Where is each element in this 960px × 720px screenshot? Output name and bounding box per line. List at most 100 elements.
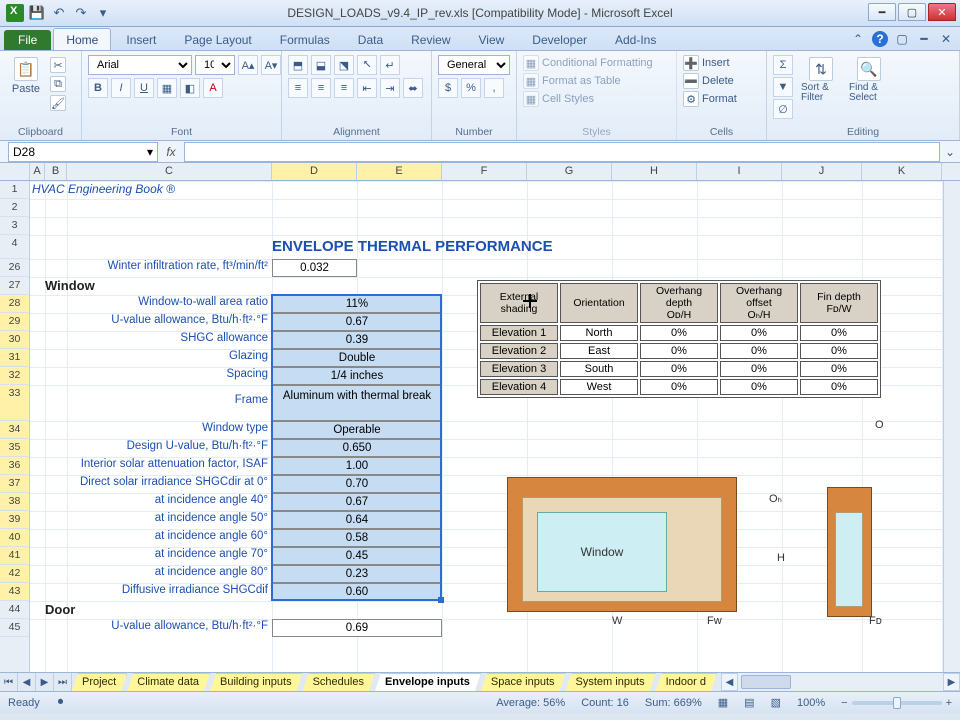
etable-r2-c2[interactable]: 0% [640,361,718,377]
number-format-select[interactable]: General [438,55,510,75]
etable-r0-c2[interactable]: 0% [640,325,718,341]
etable-r2-c4[interactable]: 0% [800,361,878,377]
row-header-44[interactable]: 44 [0,601,29,619]
fill-color-button[interactable]: ◧ [180,78,200,98]
fill-icon[interactable]: ▼ [773,77,793,97]
tab-next-icon[interactable]: ▶ [36,673,54,691]
ribbon-tab-view[interactable]: View [466,28,518,50]
value-r43[interactable]: 0.60 [272,583,442,601]
row-header-42[interactable]: 42 [0,565,29,583]
zoom-slider[interactable] [852,701,942,705]
value-r28[interactable]: 11% [272,295,442,313]
bold-button[interactable]: B [88,78,108,98]
row-header-37[interactable]: 37 [0,475,29,493]
hscroll-right-icon[interactable]: ▶ [943,673,960,691]
decrease-indent-icon[interactable]: ⇤ [357,78,377,98]
fx-icon[interactable]: fx [158,145,184,159]
sheet-tab-climate-data[interactable]: Climate data [127,673,210,691]
hscroll-thumb[interactable] [741,675,791,689]
value-r32[interactable]: 1/4 inches [272,367,442,385]
col-header-I[interactable]: I [697,163,782,180]
view-pagebreak-icon[interactable]: ▧ [771,696,781,709]
col-header-D[interactable]: D [272,163,357,180]
value-r33[interactable]: Aluminum with thermal break [272,385,442,421]
col-header-B[interactable]: B [45,163,67,180]
clear-icon[interactable]: ∅ [773,99,793,119]
value-r30[interactable]: 0.39 [272,331,442,349]
value-r29[interactable]: 0.67 [272,313,442,331]
value-r42[interactable]: 0.23 [272,565,442,583]
delete-cells-icon[interactable]: ➖ [683,73,699,89]
value-r41[interactable]: 0.45 [272,547,442,565]
col-header-F[interactable]: F [442,163,527,180]
value-infiltration[interactable]: 0.032 [272,259,357,277]
format-table-label[interactable]: Format as Table [542,75,621,87]
sub-minimize-icon[interactable]: ━ [916,31,932,47]
align-right-icon[interactable]: ≡ [334,78,354,98]
redo-icon[interactable]: ↷ [72,4,90,22]
vertical-scrollbar[interactable] [943,181,960,672]
increase-indent-icon[interactable]: ⇥ [380,78,400,98]
zoom-in-icon[interactable]: + [946,697,952,709]
view-normal-icon[interactable]: ▦ [718,696,728,709]
delete-cells-label[interactable]: Delete [702,75,734,87]
paste-button[interactable]: 📋 Paste [6,55,46,95]
etable-r1-c2[interactable]: 0% [640,343,718,359]
row-header-33[interactable]: 33 [0,385,29,421]
row-header-38[interactable]: 38 [0,493,29,511]
orientation-icon[interactable]: ⭦ [357,55,377,75]
macro-record-icon[interactable]: ⏺ [58,696,64,709]
row-header-40[interactable]: 40 [0,529,29,547]
undo-icon[interactable]: ↶ [50,4,68,22]
row-header-30[interactable]: 30 [0,331,29,349]
format-table-icon[interactable]: ▦ [523,73,539,89]
select-all-corner[interactable] [0,163,30,180]
align-middle-icon[interactable]: ⬓ [311,55,331,75]
col-header-C[interactable]: C [67,163,272,180]
insert-cells-icon[interactable]: ➕ [683,55,699,71]
etable-r0-c4[interactable]: 0% [800,325,878,341]
sheet-tab-building-inputs[interactable]: Building inputs [210,673,303,691]
row-header-45[interactable]: 45 [0,619,29,637]
close-button[interactable]: ✕ [928,3,956,21]
cell-styles-icon[interactable]: ▦ [523,91,539,107]
ribbon-tab-data[interactable]: Data [345,28,396,50]
row-header-41[interactable]: 41 [0,547,29,565]
ribbon-tab-add-ins[interactable]: Add-Ins [602,28,669,50]
ribbon-tab-insert[interactable]: Insert [113,28,169,50]
sheet-tab-indoor-d[interactable]: Indoor d [656,673,717,691]
cond-format-icon[interactable]: ▦ [523,55,539,71]
row-header-3[interactable]: 3 [0,217,29,235]
value-r36[interactable]: 1.00 [272,457,442,475]
format-cells-icon[interactable]: ⚙ [683,91,699,107]
border-button[interactable]: ▦ [157,78,177,98]
row-header-1[interactable]: 1 [0,181,29,199]
minimize-ribbon-icon[interactable]: ⌃ [850,31,866,47]
sheet-tab-project[interactable]: Project [72,673,127,691]
zoom-out-icon[interactable]: − [841,697,847,709]
etable-r2-c3[interactable]: 0% [720,361,798,377]
maximize-button[interactable]: ▢ [898,3,926,21]
cond-format-label[interactable]: Conditional Formatting [542,57,653,69]
row-header-31[interactable]: 31 [0,349,29,367]
row-header-4[interactable]: 4 [0,235,29,259]
row-header-39[interactable]: 39 [0,511,29,529]
col-header-J[interactable]: J [782,163,862,180]
ribbon-tab-review[interactable]: Review [398,28,463,50]
worksheet[interactable]: 1234262728293031323334353637383940414243… [0,181,960,672]
help-icon[interactable]: ? [872,31,888,47]
horizontal-scrollbar[interactable]: ◀ ▶ [721,673,960,691]
font-size-select[interactable]: 10 [195,55,235,75]
etable-r3-c2[interactable]: 0% [640,379,718,395]
col-header-K[interactable]: K [862,163,942,180]
etable-r0-c1[interactable]: North [560,325,638,341]
row-header-34[interactable]: 34 [0,421,29,439]
copy-icon[interactable]: ⧉ [50,76,66,92]
hscroll-left-icon[interactable]: ◀ [721,673,738,691]
value-r35[interactable]: 0.650 [272,439,442,457]
ribbon-tab-formulas[interactable]: Formulas [267,28,343,50]
align-left-icon[interactable]: ≡ [288,78,308,98]
etable-r2-c1[interactable]: South [560,361,638,377]
sheet-tab-schedules[interactable]: Schedules [303,673,375,691]
find-select-button[interactable]: 🔍Find & Select [849,55,889,103]
